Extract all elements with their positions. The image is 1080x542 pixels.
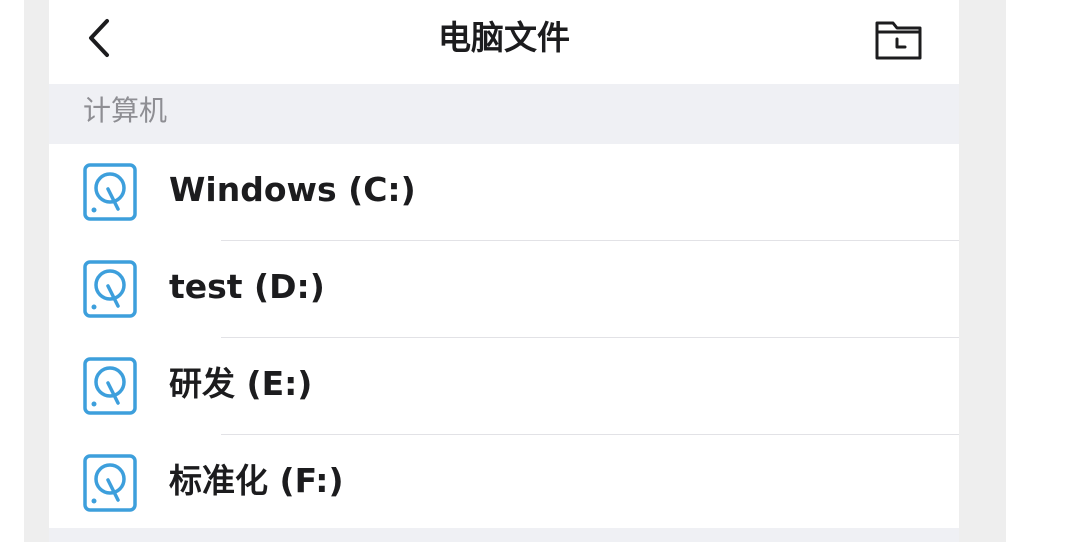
drive-label: Windows (C:) (169, 170, 416, 209)
nav-header: 电脑文件 (49, 0, 959, 84)
hard-drive-icon (83, 357, 137, 415)
left-gutter (0, 0, 49, 542)
drive-label: test (D:) (169, 267, 325, 306)
drive-row-c[interactable]: Windows (C:) (49, 144, 959, 241)
hard-drive-icon (83, 163, 137, 221)
file-browser-panel: 电脑文件 计算机 Windows (C:) test (D:) 研发 (E:) … (49, 0, 959, 542)
hard-drive-icon (83, 454, 137, 512)
recent-folder-button[interactable] (867, 12, 931, 68)
drive-label: 研发 (E:) (169, 364, 313, 403)
section-label: 计算机 (83, 94, 168, 127)
drive-label: 标准化 (F:) (169, 461, 344, 500)
hard-drive-icon (83, 260, 137, 318)
drive-row-f[interactable]: 标准化 (F:) (49, 435, 959, 532)
back-button[interactable] (75, 12, 123, 64)
right-gutter-fill (959, 0, 1006, 542)
drive-row-d[interactable]: test (D:) (49, 241, 959, 338)
folder-history-icon (875, 21, 922, 60)
section-header: 计算机 (49, 84, 959, 144)
chevron-left-icon (89, 19, 109, 57)
drive-list: Windows (C:) test (D:) 研发 (E:) 标准化 (F:) (49, 144, 959, 532)
left-gutter-fill (24, 0, 49, 542)
drive-row-e[interactable]: 研发 (E:) (49, 338, 959, 435)
right-gutter (959, 0, 1080, 542)
footer-strip (49, 528, 959, 542)
page-title: 电脑文件 (438, 18, 570, 57)
